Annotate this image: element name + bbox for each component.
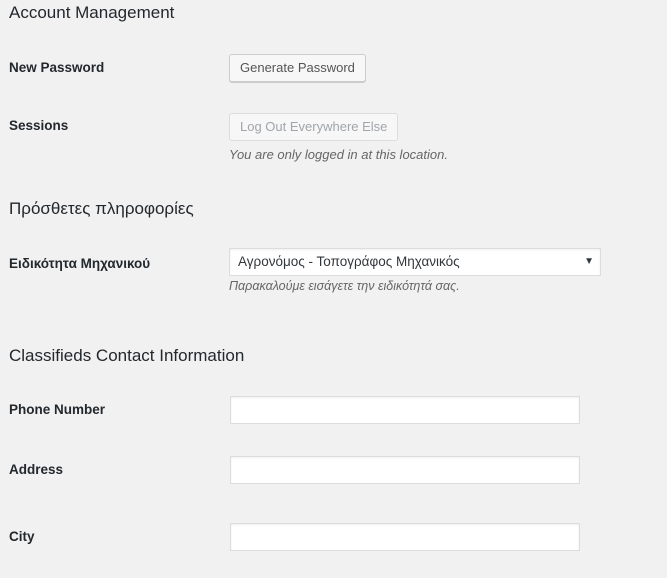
city-input[interactable] [230, 523, 580, 551]
address-label: Address [9, 462, 64, 477]
specialty-description: Παρακαλούμε εισάγετε την ειδικότητά σας. [229, 279, 460, 293]
specialty-select[interactable]: Αγρονόμος - Τοπογράφος Μηχανικός ▼ [229, 248, 601, 276]
log-out-everywhere-button[interactable]: Log Out Everywhere Else [229, 113, 399, 141]
new-password-label: New Password [9, 60, 105, 75]
specialty-select-value: Αγρονόμος - Τοπογράφος Μηχανικός [238, 254, 460, 269]
specialty-label: Ειδικότητα Μηχανικού [9, 256, 151, 271]
phone-number-input[interactable] [230, 396, 580, 424]
classifieds-heading: Classifieds Contact Information [9, 346, 245, 365]
generate-password-button[interactable]: Generate Password [229, 54, 366, 82]
chevron-down-icon: ▼ [584, 256, 594, 267]
sessions-label: Sessions [9, 118, 69, 133]
account-management-heading: Account Management [9, 3, 175, 22]
sessions-description: You are only logged in at this location. [229, 147, 448, 162]
address-input[interactable] [230, 456, 580, 484]
phone-number-label: Phone Number [9, 402, 106, 417]
city-label: City [9, 529, 35, 544]
additional-info-heading: Πρόσθετες πληροφορίες [9, 199, 194, 218]
